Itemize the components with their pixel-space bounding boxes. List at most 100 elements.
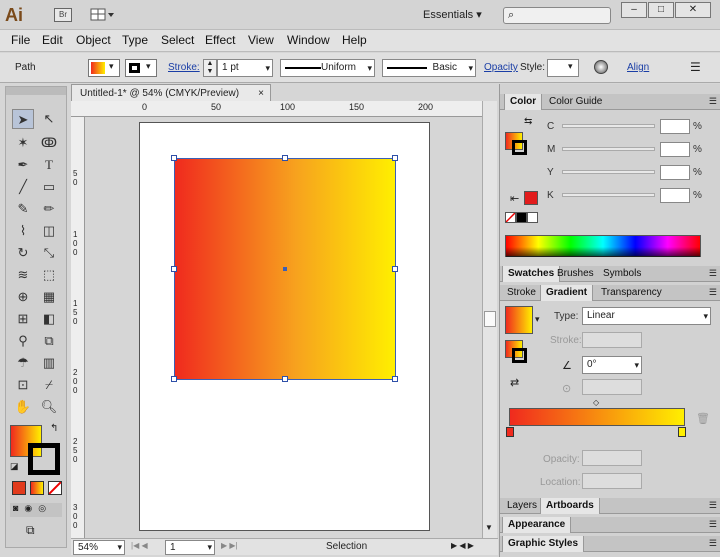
rectangle-tool-icon[interactable]: ▭ — [38, 177, 60, 197]
zoom-dropdown[interactable]: 54% — [73, 540, 125, 555]
menu-file[interactable]: File — [11, 33, 30, 47]
gradient-tool-icon[interactable]: ◧ — [38, 309, 60, 329]
swap-icon[interactable]: ⇆ — [524, 116, 532, 127]
reverse-gradient-icon[interactable]: ⇄ — [510, 376, 519, 389]
free-transform-tool-icon[interactable]: ⬚ — [38, 265, 60, 285]
fill-color-dropdown[interactable]: ▾ — [88, 59, 120, 77]
hand-tool-icon[interactable]: ✋ — [12, 397, 34, 417]
stroke-color-swatch[interactable] — [28, 443, 60, 475]
last-color-swatch[interactable] — [524, 191, 538, 205]
tab-brushes[interactable]: Brushes — [552, 266, 599, 282]
panel-menu-icon[interactable]: ☰ — [709, 287, 717, 298]
first-artboard-icon[interactable]: |◀ ◀ — [131, 541, 148, 550]
pencil-tool-icon[interactable]: ✏ — [38, 199, 60, 219]
delete-stop-icon[interactable]: 🗑︎ — [696, 412, 710, 425]
next-artboard-icon[interactable]: ▶ ▶| — [221, 541, 238, 550]
bounding-handle[interactable] — [171, 155, 177, 161]
width-tool-icon[interactable]: ≋ — [12, 265, 34, 285]
stroke-weight-field[interactable]: 1 pt — [217, 59, 273, 77]
brush-definition-dropdown[interactable]: Basic — [382, 59, 476, 77]
y-slider[interactable] — [562, 170, 655, 174]
none-swatch[interactable] — [505, 212, 516, 223]
tab-symbols[interactable]: Symbols — [598, 266, 646, 282]
panel-menu-icon[interactable]: ☰ — [709, 96, 717, 107]
scroll-down-icon[interactable]: ▼ — [485, 523, 493, 532]
stroke-link[interactable]: Stroke: — [168, 62, 200, 73]
variable-width-profile-dropdown[interactable]: Uniform — [280, 59, 375, 77]
align-link[interactable]: Align — [627, 62, 649, 73]
stroke-color-dropdown[interactable]: ▾ — [125, 59, 157, 77]
pen-tool-icon[interactable]: ✒ — [12, 155, 34, 175]
line-tool-icon[interactable]: ╱ — [12, 177, 34, 197]
control-menu-icon[interactable]: ☰ — [690, 60, 701, 74]
zoom-tool-icon[interactable]: 🔍︎ — [38, 397, 60, 417]
symbol-sprayer-tool-icon[interactable]: ☂ — [12, 353, 34, 373]
arrange-documents-button[interactable] — [90, 7, 116, 23]
color-mode-button[interactable] — [12, 481, 26, 495]
bounding-handle[interactable] — [392, 376, 398, 382]
gradient-rectangle[interactable] — [171, 155, 398, 382]
drawing-modes[interactable]: ◙◉◎ — [10, 503, 62, 517]
recolor-artwork-icon[interactable] — [594, 60, 608, 74]
minimize-button[interactable]: – — [621, 2, 647, 18]
menu-help[interactable]: Help — [342, 33, 367, 47]
bounding-handle[interactable] — [171, 266, 177, 272]
shape-builder-tool-icon[interactable]: ⊕ — [12, 287, 34, 307]
scroll-thumb[interactable] — [484, 311, 496, 327]
search-input[interactable]: ⌕ — [503, 7, 611, 24]
swap-fill-stroke-icon[interactable]: ↰ — [50, 423, 58, 434]
vertical-scrollbar[interactable]: ▼ — [482, 101, 497, 538]
rotate-tool-icon[interactable]: ↻ — [12, 243, 34, 263]
bounding-handle[interactable] — [282, 376, 288, 382]
m-slider[interactable] — [562, 147, 655, 151]
scale-tool-icon[interactable]: ⤡ — [38, 243, 60, 263]
c-field[interactable] — [660, 119, 690, 134]
tab-color-guide[interactable]: Color Guide — [544, 94, 607, 110]
angle-field[interactable]: 0° — [582, 356, 642, 374]
gradient-type-dropdown[interactable]: Linear — [582, 307, 711, 325]
gradient-preview-swatch[interactable] — [505, 306, 533, 334]
column-graph-tool-icon[interactable]: ▥ — [38, 353, 60, 373]
direct-selection-tool-icon[interactable]: ↖ — [38, 109, 60, 129]
gradient-slider[interactable] — [509, 408, 685, 426]
bounding-handle[interactable] — [282, 155, 288, 161]
magic-wand-tool-icon[interactable]: ✶ — [12, 133, 34, 153]
selection-tool-icon[interactable]: ➤ — [12, 109, 34, 129]
maximize-button[interactable]: □ — [648, 2, 674, 18]
artboard-navigation-dropdown[interactable]: 1 — [165, 540, 215, 555]
color-spectrum[interactable] — [505, 235, 701, 257]
slice-tool-icon[interactable]: ⌿ — [38, 375, 60, 395]
gradient-stop-start[interactable] — [506, 427, 514, 437]
gradient-stroke-swatch[interactable] — [512, 348, 527, 363]
bounding-handle[interactable] — [392, 266, 398, 272]
paintbrush-tool-icon[interactable]: ✎ — [12, 199, 34, 219]
close-tab-icon[interactable]: × — [258, 85, 264, 102]
default-fill-stroke-icon[interactable]: ◪ — [10, 461, 19, 472]
screen-mode-button[interactable]: ⧉ — [26, 523, 48, 539]
stroke-weight-stepper[interactable]: ▲ ▼ — [203, 59, 217, 77]
menu-type[interactable]: Type — [122, 33, 148, 47]
tab-gradient[interactable]: Gradient — [540, 285, 594, 301]
perspective-grid-tool-icon[interactable]: ▦ — [38, 287, 60, 307]
tab-graphic-styles[interactable]: Graphic Styles — [502, 536, 585, 552]
tab-appearance[interactable]: Appearance — [502, 517, 572, 533]
opacity-link[interactable]: Opacity — [484, 62, 518, 73]
bounding-handle[interactable] — [392, 155, 398, 161]
tab-stroke[interactable]: Stroke — [502, 285, 541, 301]
m-field[interactable] — [660, 142, 690, 157]
c-slider[interactable] — [562, 124, 655, 128]
chevron-down-icon[interactable]: ▾ — [535, 314, 540, 325]
menu-effect[interactable]: Effect — [205, 33, 235, 47]
menu-edit[interactable]: Edit — [42, 33, 63, 47]
none-mode-button[interactable] — [48, 481, 62, 495]
panel-menu-icon[interactable]: ☰ — [709, 519, 717, 530]
menu-select[interactable]: Select — [161, 33, 194, 47]
panel-menu-icon[interactable]: ☰ — [709, 500, 717, 511]
workspace-switcher[interactable]: Essentials ▾ — [423, 8, 482, 21]
lasso-tool-icon[interactable]: ↂ — [38, 133, 60, 153]
tab-artboards[interactable]: Artboards — [540, 498, 600, 514]
panel-menu-icon[interactable]: ☰ — [709, 268, 717, 279]
bridge-button[interactable]: Br — [54, 8, 72, 22]
tab-layers[interactable]: Layers — [502, 498, 542, 514]
panel-menu-icon[interactable]: ☰ — [709, 538, 717, 549]
